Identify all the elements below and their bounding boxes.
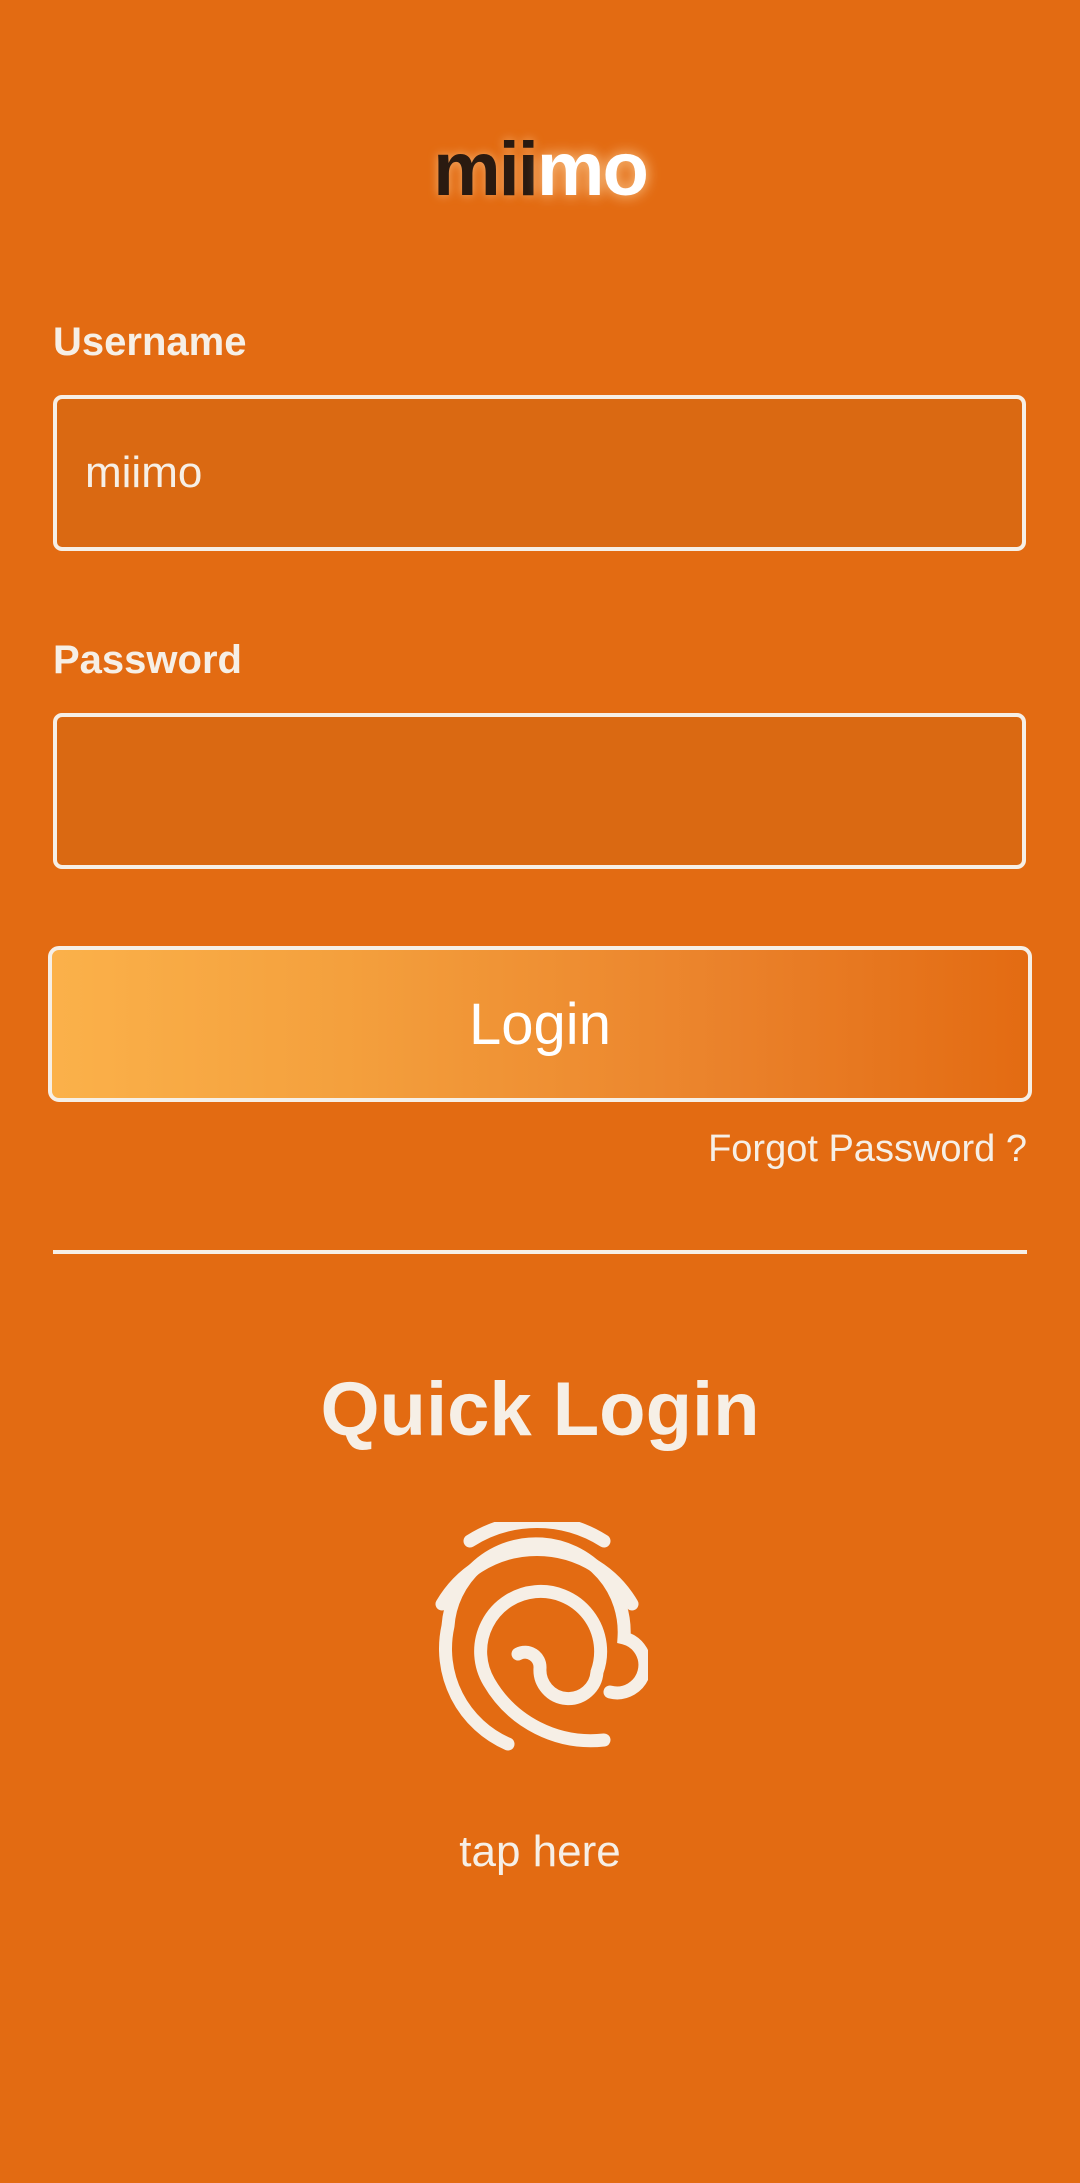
password-field[interactable] — [53, 713, 1026, 869]
forgot-password-link[interactable]: Forgot Password ? — [708, 1126, 1027, 1172]
divider — [53, 1250, 1027, 1254]
fingerprint-icon[interactable] — [432, 1522, 648, 1754]
login-button-label: Login — [469, 991, 611, 1057]
tap-here-hint[interactable]: tap here — [0, 1826, 1080, 1878]
login-button[interactable]: Login — [48, 946, 1032, 1102]
quick-login-title: Quick Login — [320, 1367, 760, 1452]
logo-part-dark: mii — [433, 127, 539, 212]
username-label: Username — [53, 320, 247, 364]
logo-part-light: mo — [536, 127, 649, 212]
password-label: Password — [53, 638, 242, 682]
username-value: miimo — [85, 448, 203, 497]
app-logo: miimo — [0, 125, 1080, 215]
username-field[interactable]: miimo — [53, 395, 1026, 551]
